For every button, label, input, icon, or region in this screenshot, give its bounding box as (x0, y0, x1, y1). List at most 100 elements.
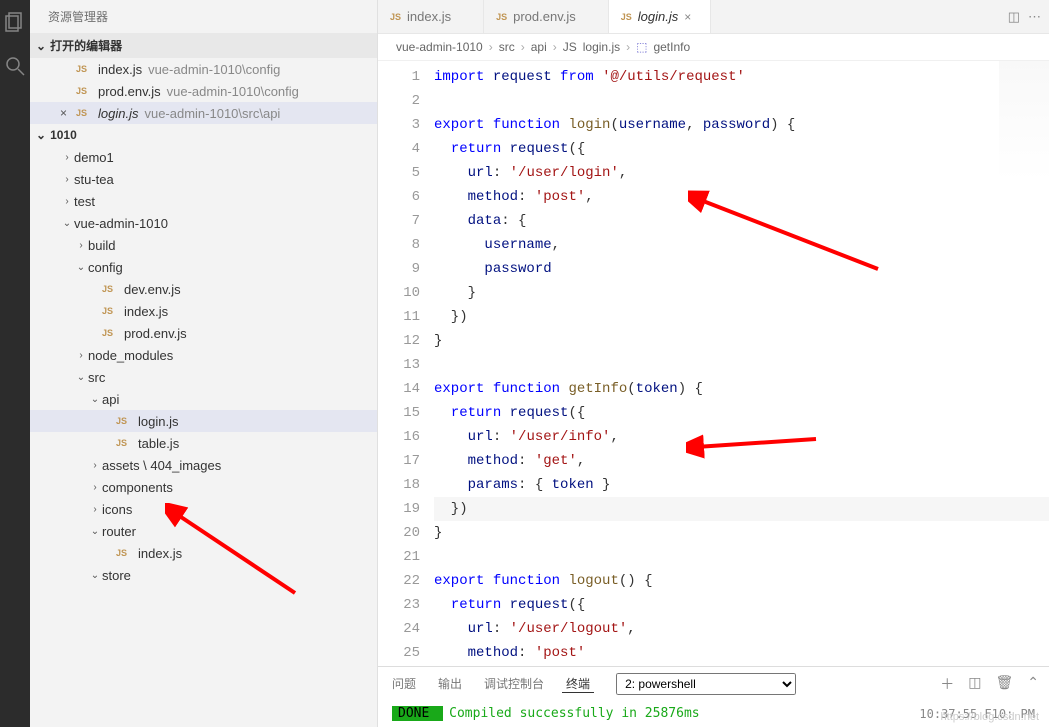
folder-item[interactable]: ›demo1 (30, 146, 377, 168)
item-label: api (102, 392, 119, 407)
breadcrumb-seg[interactable]: vue-admin-1010 (396, 40, 483, 54)
editor-tab[interactable]: JSindex.js (378, 0, 484, 33)
breadcrumb-seg[interactable]: api (531, 40, 547, 54)
chevron-down-icon: ⌄ (88, 570, 102, 581)
folder-item[interactable]: ›components (30, 476, 377, 498)
panel-tab-debug[interactable]: 调试控制台 (480, 675, 548, 692)
search-icon[interactable] (3, 54, 27, 78)
js-icon: JS (76, 108, 92, 118)
status-badge: DONE (392, 706, 443, 721)
editor-tab[interactable]: JSprod.env.js (484, 0, 609, 33)
folder-item[interactable]: ›build (30, 234, 377, 256)
code-line[interactable] (434, 545, 1049, 569)
code-line[interactable]: url: '/user/logout', (434, 617, 1049, 641)
folder-item[interactable]: ›icons (30, 498, 377, 520)
file-item[interactable]: JSindex.js (30, 300, 377, 322)
folder-item[interactable]: ›assets \ 404_images (30, 454, 377, 476)
code-body[interactable]: import request from '@/utils/request' ex… (434, 61, 1049, 666)
code-line[interactable]: return request({ (434, 593, 1049, 617)
tab-label: login.js (638, 9, 678, 24)
code-line[interactable]: }) (434, 497, 1049, 521)
folder-item[interactable]: ⌄src (30, 366, 377, 388)
code-line[interactable]: export function getInfo(token) { (434, 377, 1049, 401)
split-terminal-icon[interactable]: ◫ (968, 674, 981, 694)
code-line[interactable]: url: '/user/login', (434, 161, 1049, 185)
code-line[interactable]: } (434, 329, 1049, 353)
chevron-down-icon: ⌄ (60, 218, 74, 229)
folder-item[interactable]: ⌄api (30, 388, 377, 410)
js-icon: JS (116, 438, 132, 448)
sidebar: 资源管理器 ⌄ 打开的编辑器 JSindex.jsvue-admin-1010\… (30, 0, 378, 727)
chevron-right-icon: › (60, 152, 74, 163)
breadcrumb-seg[interactable]: getInfo (653, 40, 690, 54)
folder-item[interactable]: ⌄store (30, 564, 377, 586)
code-line[interactable]: method: 'post', (434, 185, 1049, 209)
js-icon: JS (116, 548, 132, 558)
close-icon[interactable]: × (684, 10, 698, 24)
code-line[interactable]: export function login(username, password… (434, 113, 1049, 137)
code-line[interactable]: url: '/user/info', (434, 425, 1049, 449)
split-icon[interactable]: ◫ (1008, 9, 1020, 25)
folder-item[interactable]: ⌄config (30, 256, 377, 278)
open-editor-item[interactable]: JSprod.env.jsvue-admin-1010\config (30, 80, 377, 102)
panel-tab-terminal[interactable]: 终端 (562, 675, 594, 693)
folder-item[interactable]: ›test (30, 190, 377, 212)
file-item[interactable]: JS dev.env.js (30, 278, 377, 300)
code-line[interactable]: } (434, 281, 1049, 305)
code-line[interactable] (434, 89, 1049, 113)
code-line[interactable]: export function logout() { (434, 569, 1049, 593)
folder-item[interactable]: ⌄vue-admin-1010 (30, 212, 377, 234)
file-item[interactable]: JSlogin.js (30, 410, 377, 432)
new-terminal-icon[interactable]: ＋ (940, 674, 954, 694)
code-line[interactable]: method: 'post' (434, 641, 1049, 665)
more-icon[interactable]: ⋯ (1028, 9, 1041, 25)
open-editors-header[interactable]: ⌄ 打开的编辑器 (30, 33, 377, 58)
folder-item[interactable]: ›node_modules (30, 344, 377, 366)
files-icon[interactable] (3, 10, 27, 34)
minimap[interactable] (999, 61, 1049, 181)
open-editor-item[interactable]: ×JSlogin.jsvue-admin-1010\src\api (30, 102, 377, 124)
terminal-selector[interactable]: 2: powershell (616, 673, 796, 695)
code-line[interactable]: params: { token } (434, 473, 1049, 497)
editor-tab[interactable]: JSlogin.js× (609, 0, 711, 33)
item-label: demo1 (74, 150, 114, 165)
file-item[interactable]: JS table.js (30, 432, 377, 454)
file-tree: ›demo1›stu-tea›test⌄vue-admin-1010›build… (30, 146, 377, 586)
js-icon: JS (390, 12, 401, 22)
code-line[interactable]: import request from '@/utils/request' (434, 65, 1049, 89)
code-line[interactable]: username, (434, 233, 1049, 257)
breadcrumbs[interactable]: vue-admin-1010 › src › api › JS login.js… (378, 34, 1049, 61)
item-label: table.js (138, 436, 179, 451)
chevron-right-icon: › (521, 40, 525, 54)
terminal-message: Compiled successfully in 25876ms (449, 706, 699, 721)
item-label: config (88, 260, 123, 275)
file-item[interactable]: JSprod.env.js (30, 322, 377, 344)
item-label: dev.env.js (124, 282, 181, 297)
file-item[interactable]: JS index.js (30, 542, 377, 564)
chevron-up-icon[interactable]: ⌃ (1027, 674, 1039, 694)
code-line[interactable]: return request({ (434, 137, 1049, 161)
item-label: stu-tea (74, 172, 114, 187)
code-line[interactable]: } (434, 521, 1049, 545)
breadcrumb-seg[interactable]: login.js (583, 40, 620, 54)
code-line[interactable]: data: { (434, 209, 1049, 233)
folder-item[interactable]: ⌄router (30, 520, 377, 542)
folder-item[interactable]: ›stu-tea (30, 168, 377, 190)
panel-tab-output[interactable]: 输出 (434, 675, 466, 692)
js-icon: JS (102, 284, 118, 294)
js-icon: JS (116, 416, 132, 426)
panel-tab-problems[interactable]: 问题 (388, 675, 420, 692)
close-icon[interactable]: × (60, 106, 76, 120)
code-line[interactable]: password (434, 257, 1049, 281)
code-line[interactable]: method: 'get', (434, 449, 1049, 473)
trash-icon[interactable]: 🗑 (995, 674, 1013, 694)
code-editor[interactable]: 1234567891011121314151617181920212223242… (378, 61, 1049, 666)
open-editor-item[interactable]: JSindex.jsvue-admin-1010\config (30, 58, 377, 80)
breadcrumb-seg[interactable]: src (499, 40, 515, 54)
code-line[interactable]: return request({ (434, 401, 1049, 425)
code-line[interactable] (434, 353, 1049, 377)
chevron-down-icon: ⌄ (36, 39, 46, 53)
item-label: index.js (138, 546, 182, 561)
code-line[interactable]: }) (434, 305, 1049, 329)
workspace-header[interactable]: ⌄ 1010 (30, 124, 377, 146)
